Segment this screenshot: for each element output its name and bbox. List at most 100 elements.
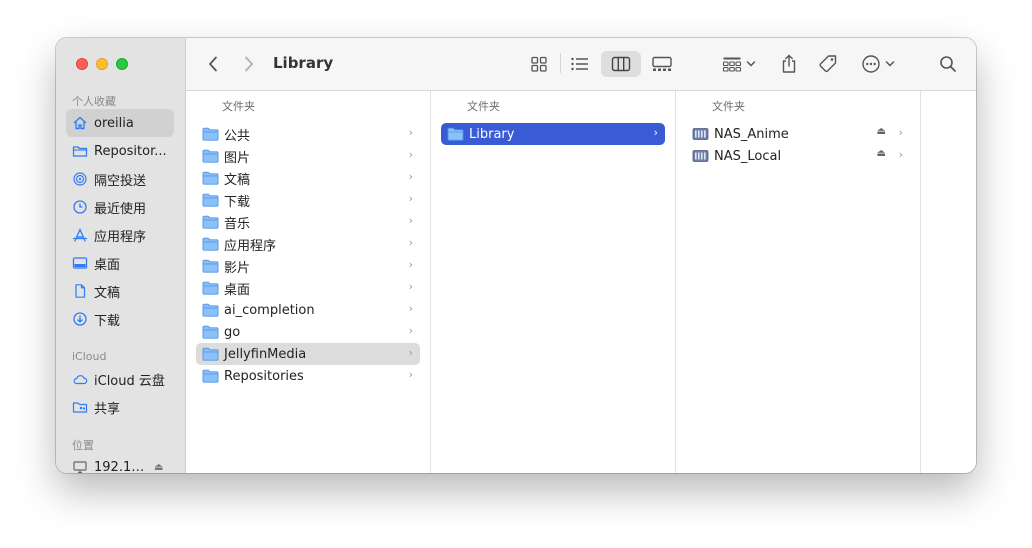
gallery-view-button[interactable] bbox=[648, 51, 676, 77]
chevron-right-icon: › bbox=[408, 148, 413, 161]
folder-label: 音乐 bbox=[224, 216, 251, 232]
folder-icon bbox=[202, 369, 219, 383]
sidebar-item-icloud-drive[interactable]: iCloud 云盘 bbox=[66, 365, 174, 393]
sidebar-item-label: 192.16... bbox=[94, 459, 146, 474]
eject-icon[interactable]: ⏏ bbox=[154, 462, 163, 473]
tag-icon bbox=[819, 55, 837, 73]
sidebar-item-downloads[interactable]: 下载 bbox=[66, 305, 174, 333]
folder-icon bbox=[202, 237, 219, 251]
folder-icon bbox=[202, 127, 219, 141]
icon-view-button[interactable] bbox=[526, 51, 552, 77]
sidebar-item-label: 共享 bbox=[94, 401, 121, 417]
network-volume-icon bbox=[692, 149, 709, 163]
back-button[interactable] bbox=[202, 51, 224, 77]
folder-row-documents[interactable]: 文稿 › bbox=[196, 167, 420, 189]
chevron-right-icon: › bbox=[408, 280, 413, 293]
minimize-button[interactable] bbox=[96, 58, 108, 70]
sidebar-item-documents[interactable]: 文稿 bbox=[66, 277, 174, 305]
ellipsis-circle-icon bbox=[862, 55, 880, 73]
sidebar-item-repositories[interactable]: Repositor... bbox=[66, 137, 174, 165]
folder-row-pictures[interactable]: 图片 › bbox=[196, 145, 420, 167]
folder-label: 应用程序 bbox=[224, 238, 277, 254]
volume-label: NAS_Local bbox=[714, 148, 782, 164]
gallery-icon bbox=[652, 56, 672, 71]
close-button[interactable] bbox=[76, 58, 88, 70]
chevron-right-icon: › bbox=[408, 192, 413, 205]
toolbar: Library bbox=[186, 38, 976, 91]
folder-row-library[interactable]: Library › bbox=[441, 123, 665, 145]
folder-icon bbox=[202, 347, 219, 361]
column-2: 文件夹 Library › bbox=[431, 91, 676, 473]
airdrop-icon bbox=[72, 171, 88, 187]
sidebar-item-desktop[interactable]: 桌面 bbox=[66, 249, 174, 277]
sidebar-item-label: oreilia bbox=[94, 115, 134, 131]
list-icon bbox=[571, 57, 588, 71]
column-4-empty bbox=[921, 91, 976, 473]
chevron-right-icon: › bbox=[653, 126, 658, 139]
folder-row-music[interactable]: 音乐 › bbox=[196, 211, 420, 233]
sidebar-item-label: 下载 bbox=[94, 313, 121, 329]
more-actions-button[interactable] bbox=[858, 51, 898, 77]
sidebar-item-network-location[interactable]: 192.16... ⏏ bbox=[66, 453, 174, 473]
computer-icon bbox=[72, 459, 88, 473]
sidebar-item-shared[interactable]: 共享 bbox=[66, 393, 174, 421]
folder-label: go bbox=[224, 324, 241, 340]
volume-row-nas-local[interactable]: NAS_Local ⏏ › bbox=[686, 145, 910, 167]
window-controls bbox=[76, 58, 128, 70]
folder-icon bbox=[447, 127, 464, 141]
folder-label: 影片 bbox=[224, 260, 251, 276]
chevron-right-icon: › bbox=[408, 324, 413, 337]
sidebar-item-airdrop[interactable]: 隔空投送 bbox=[66, 165, 174, 193]
column-header: 文件夹 bbox=[222, 100, 255, 113]
sidebar-item-label: 隔空投送 bbox=[94, 173, 147, 189]
clock-icon bbox=[72, 199, 88, 215]
chevron-down-icon bbox=[885, 61, 895, 67]
column-view-button[interactable] bbox=[601, 51, 641, 77]
chevron-right-icon: › bbox=[408, 126, 413, 139]
folder-label: 图片 bbox=[224, 150, 251, 166]
eject-icon[interactable]: ⏏ bbox=[877, 126, 886, 137]
folder-row-jellyfinmedia[interactable]: JellyfinMedia › bbox=[196, 343, 420, 365]
search-button[interactable] bbox=[935, 51, 961, 77]
column-header: 文件夹 bbox=[467, 100, 500, 113]
folder-row-ai-completion[interactable]: ai_completion › bbox=[196, 299, 420, 321]
folder-row-desktop[interactable]: 桌面 › bbox=[196, 277, 420, 299]
folder-icon bbox=[202, 149, 219, 163]
sidebar-item-recents[interactable]: 最近使用 bbox=[66, 193, 174, 221]
volume-row-nas-anime[interactable]: NAS_Anime ⏏ › bbox=[686, 123, 910, 145]
folder-row-applications[interactable]: 应用程序 › bbox=[196, 233, 420, 255]
sidebar-item-label: 应用程序 bbox=[94, 229, 147, 245]
forward-button[interactable] bbox=[238, 51, 260, 77]
group-by-button[interactable] bbox=[719, 51, 759, 77]
sidebar-item-applications[interactable]: 应用程序 bbox=[66, 221, 174, 249]
group-grid-icon bbox=[722, 57, 742, 72]
folder-row-repositories[interactable]: Repositories › bbox=[196, 365, 420, 387]
share-button[interactable] bbox=[777, 51, 801, 77]
tag-button[interactable] bbox=[815, 51, 841, 77]
folder-row-movies[interactable]: 影片 › bbox=[196, 255, 420, 277]
sidebar-item-label: iCloud 云盘 bbox=[94, 373, 165, 389]
cloud-icon bbox=[72, 371, 88, 387]
column-1: 文件夹 公共 › 图片 › 文稿 › 下载 › 音乐 › 应用程序 › 影片 ›… bbox=[186, 91, 431, 473]
chevron-right-icon: › bbox=[408, 346, 413, 359]
folder-label: 文稿 bbox=[224, 172, 251, 188]
folder-icon bbox=[202, 325, 219, 339]
sidebar-item-home[interactable]: oreilia bbox=[66, 109, 174, 137]
sidebar-item-label: 最近使用 bbox=[94, 201, 147, 217]
folder-icon bbox=[202, 215, 219, 229]
zoom-button[interactable] bbox=[116, 58, 128, 70]
folder-label: JellyfinMedia bbox=[224, 346, 307, 362]
chevron-right-icon: › bbox=[898, 148, 903, 161]
list-view-button[interactable] bbox=[567, 51, 593, 77]
chevron-left-icon bbox=[209, 56, 217, 72]
columns-icon bbox=[611, 56, 631, 72]
folder-row-go[interactable]: go › bbox=[196, 321, 420, 343]
folder-row-downloads[interactable]: 下载 › bbox=[196, 189, 420, 211]
chevron-right-icon: › bbox=[408, 258, 413, 271]
folder-row-public[interactable]: 公共 › bbox=[196, 123, 420, 145]
folder-icon bbox=[202, 303, 219, 317]
folder-label: Repositories bbox=[224, 368, 304, 384]
column-header: 文件夹 bbox=[712, 100, 745, 113]
folder-label: ai_completion bbox=[224, 302, 315, 318]
eject-icon[interactable]: ⏏ bbox=[877, 148, 886, 159]
